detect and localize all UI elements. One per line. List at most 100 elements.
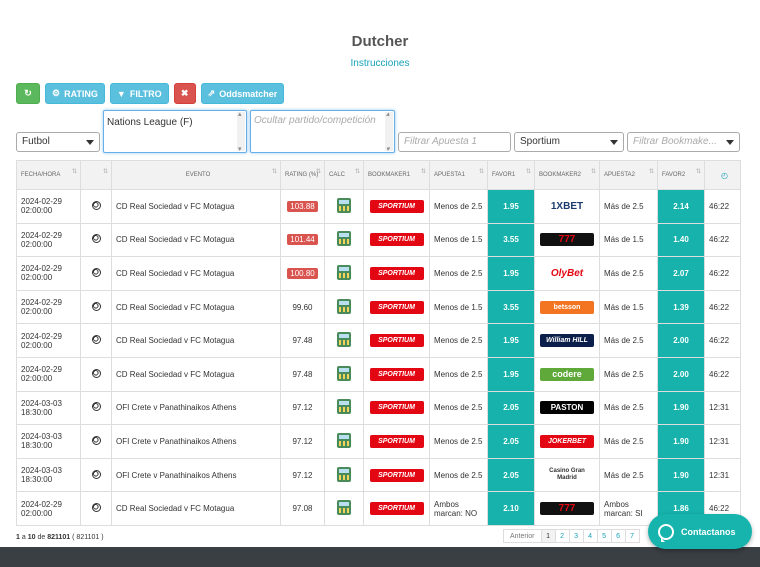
bookmaker1-logo[interactable]: SPORTIUM (369, 233, 424, 247)
calc-cell (324, 424, 364, 459)
calculator-icon[interactable] (337, 264, 351, 280)
date-cell: 2024-02-29 02:00:00 (16, 256, 81, 291)
col-favor2[interactable]: FAVOR2 ⇅ (657, 160, 705, 190)
calculator-icon[interactable] (337, 332, 351, 348)
favor1-cell: 1.95 (487, 256, 535, 291)
rating-cell: 103.88 (280, 189, 325, 224)
bookmaker2-logo[interactable]: 777 (540, 502, 594, 516)
oddsmatcher-button[interactable]: ⇗ Oddsmatcher (200, 83, 285, 104)
bookmaker2-cell: OlyBet (534, 256, 600, 291)
pagination-page-3[interactable]: 3 (568, 529, 584, 543)
col-timer[interactable]: ◴ (704, 160, 741, 190)
bookmaker2-logo[interactable]: William HILL (540, 334, 594, 348)
col-favor1[interactable]: FAVOR1 ⇅ (487, 160, 535, 190)
clear-button[interactable]: ✖ (173, 83, 196, 104)
col-bookmaker1[interactable]: BOOKMAKER1 ⇅ (363, 160, 430, 190)
chat-icon (658, 523, 674, 542)
col-fecha[interactable]: FECHA/HORA ⇅ (16, 160, 81, 190)
bookmaker1-logo[interactable]: SPORTIUM (369, 502, 424, 516)
scrollbar[interactable] (385, 110, 393, 153)
col-apuesta1[interactable]: APUESTA1 ⇅ (429, 160, 488, 190)
sort-icon: ⇅ (478, 169, 484, 175)
col-calc[interactable]: CALC ⇅ (324, 160, 364, 190)
contact-button[interactable]: Contactanos (648, 514, 752, 549)
pagination-page-7[interactable]: 7 (624, 529, 640, 543)
bookmaker2-logo[interactable]: JOKERBET (540, 434, 594, 448)
calculator-icon[interactable] (337, 231, 351, 247)
calculator-icon[interactable] (337, 466, 351, 482)
calculator-icon[interactable] (337, 365, 351, 381)
col-evento[interactable]: EVENTO ⇅ (111, 160, 281, 190)
calculator-icon[interactable] (337, 432, 351, 448)
bookmaker1-logo[interactable]: SPORTIUM (369, 401, 424, 415)
hide-match-input[interactable]: Ocultar partido/competición (250, 110, 395, 153)
col-sport[interactable]: ⇅ (80, 160, 112, 190)
bookmaker-select[interactable]: Sportium (514, 132, 624, 152)
sport-cell (80, 256, 112, 291)
calculator-icon[interactable] (337, 298, 351, 314)
bookmaker2-logo[interactable]: PASTON (540, 401, 594, 415)
favor1-cell: 1.95 (487, 189, 535, 224)
event-cell[interactable]: CD Real Sociedad v FC Motagua (111, 289, 281, 325)
calculator-icon[interactable] (337, 500, 351, 516)
event-cell[interactable]: CD Real Sociedad v FC Motagua (111, 222, 281, 258)
table-row: 2024-02-29 02:00:00 CD Real Sociedad v FC … (16, 222, 741, 258)
bet1-cell: Ambos marcan: NO (429, 491, 488, 526)
bookmaker1-logo[interactable]: SPORTIUM (369, 434, 424, 448)
bookmaker1-logo[interactable]: SPORTIUM (369, 300, 424, 314)
sort-icon: ⇅ (420, 169, 426, 175)
rating-button[interactable]: ⚙ RATING (45, 83, 105, 104)
bookmaker2-logo[interactable]: Casino Gran Madrid (539, 468, 595, 482)
timer-cell: 46:22 (704, 256, 741, 291)
refresh-button[interactable]: ↻ (16, 83, 40, 104)
rating-cell: 97.12 (280, 390, 325, 426)
event-cell[interactable]: CD Real Sociedad v FC Motagua (111, 323, 281, 358)
soccer-ball-icon (91, 234, 101, 244)
col-rating[interactable]: RATING (%) ⇅ (280, 160, 325, 190)
timer-cell: 12:31 (704, 457, 741, 493)
calc-cell (324, 323, 364, 358)
event-cell[interactable]: CD Real Sociedad v FC Motagua (111, 356, 281, 392)
pagination-page-1[interactable]: 1 (540, 529, 556, 543)
bookmaker2-logo[interactable]: 777 (540, 233, 594, 247)
event-cell[interactable]: CD Real Sociedad v FC Motagua (111, 189, 281, 224)
table-body: 2024-02-29 02:00:00 CD Real Sociedad v FC … (16, 189, 741, 526)
date-cell: 2024-02-29 02:00:00 (16, 289, 81, 325)
instructions-link[interactable]: Instrucciones (0, 58, 760, 69)
event-cell[interactable]: CD Real Sociedad v FC Motagua (111, 256, 281, 291)
pagination-prev[interactable]: Anterior (503, 529, 542, 543)
soccer-ball-icon (91, 469, 101, 479)
sport-select[interactable]: Futbol (16, 132, 100, 152)
bookmaker-filter[interactable]: Filtrar Bookmake... (627, 132, 740, 152)
pagination-page-4[interactable]: 4 (582, 529, 598, 543)
pagination-page-2[interactable]: 2 (554, 529, 570, 543)
event-cell[interactable]: CD Real Sociedad v FC Motagua (111, 491, 281, 526)
refresh-icon: ↻ (24, 88, 32, 98)
sport-cell (80, 222, 112, 258)
bookmaker2-logo[interactable]: 1XBET (540, 200, 594, 213)
pagination: Anterior 1234567 (503, 529, 640, 543)
calculator-icon[interactable] (337, 197, 351, 213)
filter-button[interactable]: ▼ FILTRO (109, 83, 169, 104)
event-cell[interactable]: OFI Crete v Panathinaikos Athens (111, 457, 281, 493)
bookmaker2-logo[interactable]: codere (540, 367, 594, 381)
bet1-filter[interactable]: Filtrar Apuesta 1 (398, 132, 511, 152)
col-bookmaker2[interactable]: BOOKMAKER2 ⇅ (534, 160, 600, 190)
col-apuesta2[interactable]: APUESTA2 ⇅ (599, 160, 658, 190)
bookmaker2-logo[interactable]: OlyBet (540, 267, 594, 280)
bookmaker1-cell: SPORTIUM (363, 222, 430, 258)
pagination-page-6[interactable]: 6 (610, 529, 626, 543)
bookmaker1-logo[interactable]: SPORTIUM (369, 199, 424, 213)
calculator-icon[interactable] (337, 399, 351, 415)
event-cell[interactable]: OFI Crete v Panathinaikos Athens (111, 390, 281, 426)
pagination-page-5[interactable]: 5 (596, 529, 612, 543)
bookmaker1-logo[interactable]: SPORTIUM (369, 334, 424, 348)
bookmaker2-logo[interactable]: betsson (540, 300, 594, 314)
event-cell[interactable]: OFI Crete v Panathinaikos Athens (111, 424, 281, 459)
competition-multiselect[interactable]: Nations League (F) (103, 110, 247, 153)
bookmaker1-logo[interactable]: SPORTIUM (369, 266, 424, 280)
bookmaker1-logo[interactable]: SPORTIUM (369, 468, 424, 482)
bookmaker1-logo[interactable]: SPORTIUM (369, 367, 424, 381)
favor2-cell: 1.40 (657, 222, 705, 258)
scrollbar[interactable] (237, 110, 245, 153)
